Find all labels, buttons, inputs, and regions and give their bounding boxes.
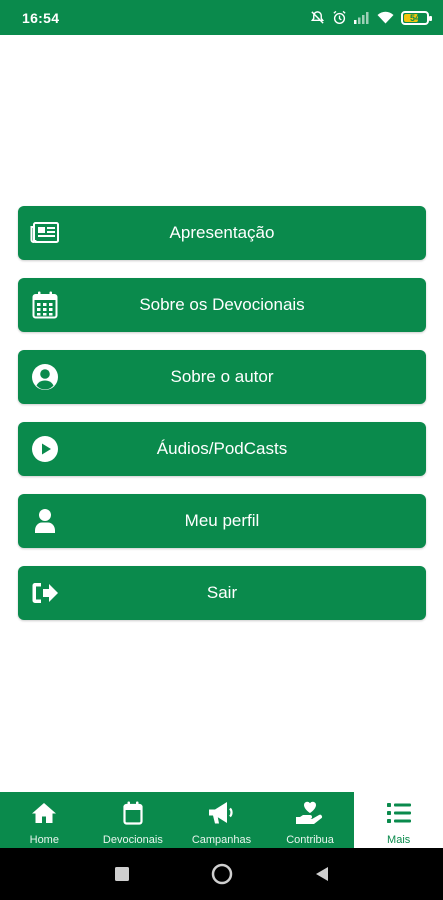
user-circle-icon bbox=[30, 362, 60, 392]
list-icon bbox=[386, 800, 411, 826]
tab-label: Mais bbox=[387, 834, 411, 846]
menu-item-label: Sobre o autor bbox=[170, 367, 274, 386]
back-button[interactable] bbox=[302, 854, 342, 894]
menu-item-label: Apresentação bbox=[169, 223, 275, 242]
square-icon bbox=[114, 867, 129, 881]
user-icon bbox=[30, 506, 60, 536]
home-button[interactable] bbox=[202, 854, 242, 894]
tab-devocionais[interactable]: Devocionais bbox=[89, 792, 178, 848]
battery-icon: 54 bbox=[401, 10, 432, 25]
status-bar: 16:54 54 bbox=[0, 0, 443, 35]
system-nav-bar bbox=[0, 848, 443, 900]
sign-out-icon bbox=[30, 578, 60, 608]
calendar-icon bbox=[30, 290, 60, 320]
apresentacao-button[interactable]: Apresentação bbox=[18, 206, 426, 260]
status-time: 16:54 bbox=[22, 9, 60, 26]
cell-signal-icon bbox=[354, 11, 370, 24]
menu-item-label: Sobre os Devocionais bbox=[139, 295, 305, 314]
tab-label: Contribua bbox=[286, 834, 334, 846]
megaphone-icon bbox=[207, 800, 235, 826]
home-icon bbox=[31, 800, 57, 826]
screen: 16:54 54 Apresentação Sobre os Devociona… bbox=[0, 0, 443, 900]
menu-item-label: Sair bbox=[206, 583, 238, 602]
more-menu: Apresentação Sobre os Devocionais Sobre … bbox=[18, 206, 426, 638]
play-circle-icon bbox=[30, 434, 60, 464]
tab-label: Home bbox=[29, 834, 59, 846]
tab-label: Devocionais bbox=[102, 834, 163, 846]
do-not-disturb-icon bbox=[310, 10, 325, 25]
calendar-icon bbox=[123, 800, 143, 826]
alarm-icon bbox=[332, 10, 347, 25]
triangle-back-icon bbox=[315, 867, 328, 881]
circle-icon bbox=[211, 863, 232, 885]
tab-campanhas[interactable]: Campanhas bbox=[177, 792, 266, 848]
sobre-devocionais-button[interactable]: Sobre os Devocionais bbox=[18, 278, 426, 332]
bottom-nav: Home Devocionais Campanhas Contribua Mai… bbox=[0, 792, 443, 848]
audios-podcasts-button[interactable]: Áudios/PodCasts bbox=[18, 422, 426, 476]
wifi-icon bbox=[377, 11, 394, 24]
tab-mais[interactable]: Mais bbox=[354, 792, 443, 848]
tab-home[interactable]: Home bbox=[0, 792, 89, 848]
recents-button[interactable] bbox=[102, 854, 142, 894]
menu-item-label: Meu perfil bbox=[184, 511, 260, 530]
status-icons: 54 bbox=[310, 10, 432, 25]
battery-level: 54 bbox=[409, 12, 420, 23]
hand-heart-icon bbox=[295, 800, 325, 826]
sair-button[interactable]: Sair bbox=[18, 566, 426, 620]
tab-contribua[interactable]: Contribua bbox=[266, 792, 355, 848]
menu-item-label: Áudios/PodCasts bbox=[156, 439, 288, 458]
meu-perfil-button[interactable]: Meu perfil bbox=[18, 494, 426, 548]
newspaper-icon bbox=[30, 218, 60, 248]
sobre-autor-button[interactable]: Sobre o autor bbox=[18, 350, 426, 404]
tab-label: Campanhas bbox=[191, 834, 252, 846]
